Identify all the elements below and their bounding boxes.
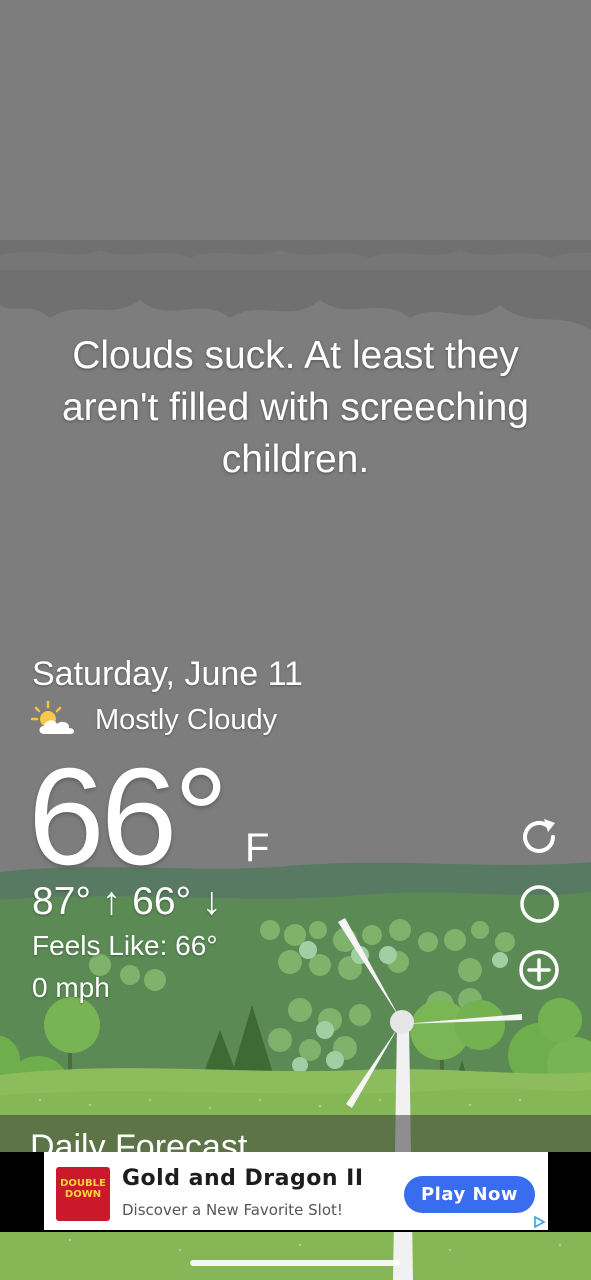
refresh-icon[interactable] <box>517 815 561 859</box>
ad-logo-text: DOUBLE DOWN <box>60 1178 106 1200</box>
landscape-scene <box>0 240 591 1280</box>
ad-play-now-button[interactable]: Play Now <box>404 1176 535 1213</box>
ad-title[interactable]: Gold and Dragon II <box>122 1166 364 1191</box>
wind-speed: 0 mph <box>32 972 110 1003</box>
partly-cloudy-icon <box>30 700 75 734</box>
weather-quote: Clouds suck. At least they aren't filled… <box>61 334 529 481</box>
current-temperature: 66° <box>28 740 229 894</box>
moon-phase-icon[interactable] <box>517 882 561 926</box>
condition-label: Mostly Cloudy <box>95 704 278 736</box>
high-low-temperature: 87° ↑ 66° ↓ <box>32 880 222 923</box>
ad-choices-icon[interactable] <box>532 1216 546 1228</box>
temperature-unit: F <box>245 826 270 870</box>
add-location-icon[interactable] <box>517 948 561 992</box>
forecast-date: Saturday, June 11 <box>32 655 303 693</box>
home-indicator[interactable] <box>190 1260 400 1266</box>
feels-like: Feels Like: 66° <box>32 930 218 961</box>
ad-subtitle[interactable]: Discover a New Favorite Slot! <box>122 1201 343 1219</box>
